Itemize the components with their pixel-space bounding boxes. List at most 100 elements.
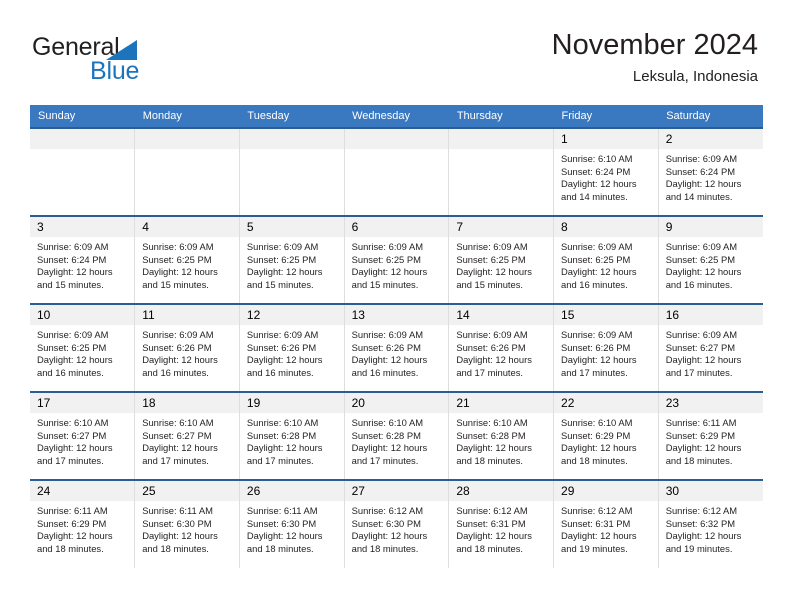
daylight-text-line1: Daylight: 12 hours [246, 442, 323, 454]
day-details: Sunrise: 6:11 AM Sunset: 6:30 PM Dayligh… [240, 501, 344, 555]
calendar-day-cell[interactable]: 4 Sunrise: 6:09 AM Sunset: 6:25 PM Dayli… [134, 215, 240, 304]
sunset-text: Sunset: 6:31 PM [561, 517, 631, 529]
daylight-text-line2: and 18 minutes. [246, 542, 314, 554]
calendar-day-cell[interactable]: 27 Sunrise: 6:12 AM Sunset: 6:30 PM Dayl… [343, 479, 450, 568]
day-number: 13 [344, 305, 449, 325]
calendar-day-cell[interactable]: 14 Sunrise: 6:09 AM Sunset: 6:26 PM Dayl… [448, 303, 555, 392]
logo-text-blue: Blue [90, 57, 140, 85]
calendar-day-cell[interactable]: 19 Sunrise: 6:10 AM Sunset: 6:28 PM Dayl… [238, 391, 345, 480]
calendar-day-cell[interactable]: 11 Sunrise: 6:09 AM Sunset: 6:26 PM Dayl… [134, 303, 240, 392]
calendar-day-cell[interactable]: 15 Sunrise: 6:09 AM Sunset: 6:26 PM Dayl… [553, 303, 659, 392]
sunset-text: Sunset: 6:32 PM [665, 517, 736, 529]
daylight-text-line1: Daylight: 12 hours [246, 266, 323, 278]
calendar-day-cell[interactable]: 22 Sunrise: 6:10 AM Sunset: 6:29 PM Dayl… [553, 391, 659, 480]
daylight-text-line2: and 18 minutes. [142, 542, 209, 554]
calendar-day-cell[interactable]: 20 Sunrise: 6:10 AM Sunset: 6:28 PM Dayl… [343, 391, 450, 480]
daylight-text-line2: and 16 minutes. [665, 278, 733, 290]
day-number [30, 129, 135, 149]
day-details: Sunrise: 6:09 AM Sunset: 6:25 PM Dayligh… [30, 325, 134, 379]
calendar-day-cell[interactable]: 21 Sunrise: 6:10 AM Sunset: 6:28 PM Dayl… [448, 391, 555, 480]
daylight-text-line2: and 17 minutes. [456, 366, 524, 378]
calendar-day-cell[interactable]: 3 Sunrise: 6:09 AM Sunset: 6:24 PM Dayli… [30, 215, 136, 304]
sunrise-text: Sunrise: 6:12 AM [351, 505, 424, 516]
calendar-day-cell[interactable]: 29 Sunrise: 6:12 AM Sunset: 6:31 PM Dayl… [553, 479, 659, 568]
day-details: Sunrise: 6:09 AM Sunset: 6:25 PM Dayligh… [554, 237, 658, 291]
daylight-text-line2: and 17 minutes. [561, 366, 628, 378]
daylight-text-line2: and 19 minutes. [561, 542, 628, 554]
day-details: Sunrise: 6:10 AM Sunset: 6:24 PM Dayligh… [554, 149, 658, 203]
calendar-day-cell[interactable]: 17 Sunrise: 6:10 AM Sunset: 6:27 PM Dayl… [30, 391, 136, 480]
day-number: 29 [554, 481, 658, 501]
calendar-day-cell[interactable]: 30 Sunrise: 6:12 AM Sunset: 6:32 PM Dayl… [657, 479, 763, 568]
sunset-text: Sunset: 6:31 PM [456, 517, 526, 529]
day-details: Sunrise: 6:12 AM Sunset: 6:30 PM Dayligh… [345, 501, 449, 555]
day-number: 7 [449, 217, 554, 237]
day-number: 5 [239, 217, 344, 237]
daylight-text-line2: and 16 minutes. [246, 366, 314, 378]
calendar-day-cell[interactable]: 16 Sunrise: 6:09 AM Sunset: 6:27 PM Dayl… [657, 303, 763, 392]
day-number: 17 [30, 393, 135, 413]
daylight-text-line2: and 18 minutes. [561, 454, 628, 466]
daylight-text-line2: and 15 minutes. [246, 278, 314, 290]
calendar-week-row: 3 Sunrise: 6:09 AM Sunset: 6:24 PM Dayli… [30, 215, 763, 304]
calendar-day-cell[interactable]: 9 Sunrise: 6:09 AM Sunset: 6:25 PM Dayli… [657, 215, 763, 304]
sunrise-text: Sunrise: 6:10 AM [37, 417, 109, 428]
daylight-text-line2: and 18 minutes. [665, 454, 733, 466]
day-number: 9 [658, 217, 763, 237]
daylight-text-line1: Daylight: 12 hours [561, 530, 637, 542]
calendar-day-cell[interactable]: 25 Sunrise: 6:11 AM Sunset: 6:30 PM Dayl… [134, 479, 240, 568]
page-header: General Blue November 2024 Leksula, Indo… [0, 0, 792, 104]
day-details: Sunrise: 6:09 AM Sunset: 6:26 PM Dayligh… [345, 325, 449, 379]
daylight-text-line2: and 17 minutes. [37, 454, 104, 466]
sunrise-text: Sunrise: 6:10 AM [351, 417, 424, 428]
day-number: 26 [239, 481, 344, 501]
day-number [344, 129, 449, 149]
calendar-day-cell[interactable]: 18 Sunrise: 6:10 AM Sunset: 6:27 PM Dayl… [134, 391, 240, 480]
day-number: 10 [30, 305, 135, 325]
weekday-header-sunday: Sunday [30, 105, 135, 128]
daylight-text-line1: Daylight: 12 hours [37, 354, 113, 366]
day-details: Sunrise: 6:09 AM Sunset: 6:25 PM Dayligh… [240, 237, 344, 291]
daylight-text-line2: and 17 minutes. [665, 366, 733, 378]
sunrise-text: Sunrise: 6:09 AM [246, 329, 319, 340]
calendar-day-cell[interactable]: 13 Sunrise: 6:09 AM Sunset: 6:26 PM Dayl… [343, 303, 450, 392]
calendar-day-cell[interactable]: 12 Sunrise: 6:09 AM Sunset: 6:26 PM Dayl… [238, 303, 345, 392]
daylight-text-line1: Daylight: 12 hours [561, 442, 637, 454]
daylight-text-line1: Daylight: 12 hours [665, 530, 742, 542]
calendar-day-cell[interactable]: 10 Sunrise: 6:09 AM Sunset: 6:25 PM Dayl… [30, 303, 136, 392]
sunset-text: Sunset: 6:26 PM [246, 341, 317, 353]
calendar-day-cell[interactable]: 8 Sunrise: 6:09 AM Sunset: 6:25 PM Dayli… [553, 215, 659, 304]
calendar-day-cell[interactable]: 26 Sunrise: 6:11 AM Sunset: 6:30 PM Dayl… [238, 479, 345, 568]
daylight-text-line1: Daylight: 12 hours [37, 442, 113, 454]
calendar-day-cell[interactable]: 23 Sunrise: 6:11 AM Sunset: 6:29 PM Dayl… [657, 391, 763, 480]
calendar-day-cell[interactable]: 6 Sunrise: 6:09 AM Sunset: 6:25 PM Dayli… [343, 215, 450, 304]
sunrise-text: Sunrise: 6:11 AM [142, 505, 213, 516]
day-details: Sunrise: 6:09 AM Sunset: 6:25 PM Dayligh… [659, 237, 763, 291]
calendar-day-cell[interactable]: 1 Sunrise: 6:10 AM Sunset: 6:24 PM Dayli… [553, 127, 659, 216]
sunset-text: Sunset: 6:28 PM [246, 429, 317, 441]
sunset-text: Sunset: 6:29 PM [665, 429, 736, 441]
general-blue-logo[interactable]: General Blue [32, 33, 212, 89]
day-details: Sunrise: 6:10 AM Sunset: 6:29 PM Dayligh… [554, 413, 658, 467]
weekday-header-friday: Friday [553, 105, 659, 128]
sunrise-text: Sunrise: 6:09 AM [351, 241, 424, 252]
daylight-text-line2: and 14 minutes. [665, 190, 733, 202]
sunrise-text: Sunrise: 6:09 AM [37, 241, 109, 252]
day-details: Sunrise: 6:10 AM Sunset: 6:28 PM Dayligh… [345, 413, 449, 467]
calendar-day-cell[interactable]: 24 Sunrise: 6:11 AM Sunset: 6:29 PM Dayl… [30, 479, 136, 568]
calendar-header-row: Sunday Monday Tuesday Wednesday Thursday… [30, 105, 763, 128]
sunset-text: Sunset: 6:25 PM [665, 253, 736, 265]
sunrise-text: Sunrise: 6:12 AM [561, 505, 633, 516]
calendar-day-cell[interactable]: 7 Sunrise: 6:09 AM Sunset: 6:25 PM Dayli… [448, 215, 555, 304]
sunset-text: Sunset: 6:26 PM [456, 341, 526, 353]
calendar-day-cell[interactable]: 28 Sunrise: 6:12 AM Sunset: 6:31 PM Dayl… [448, 479, 555, 568]
calendar-day-cell[interactable]: 5 Sunrise: 6:09 AM Sunset: 6:25 PM Dayli… [238, 215, 345, 304]
day-number: 2 [658, 129, 763, 149]
day-details: Sunrise: 6:09 AM Sunset: 6:27 PM Dayligh… [659, 325, 763, 379]
daylight-text-line1: Daylight: 12 hours [561, 266, 637, 278]
daylight-text-line1: Daylight: 12 hours [142, 442, 218, 454]
day-number: 6 [344, 217, 449, 237]
calendar-day-cell[interactable]: 2 Sunrise: 6:09 AM Sunset: 6:24 PM Dayli… [657, 127, 763, 216]
daylight-text-line2: and 18 minutes. [456, 454, 524, 466]
daylight-text-line2: and 15 minutes. [37, 278, 104, 290]
